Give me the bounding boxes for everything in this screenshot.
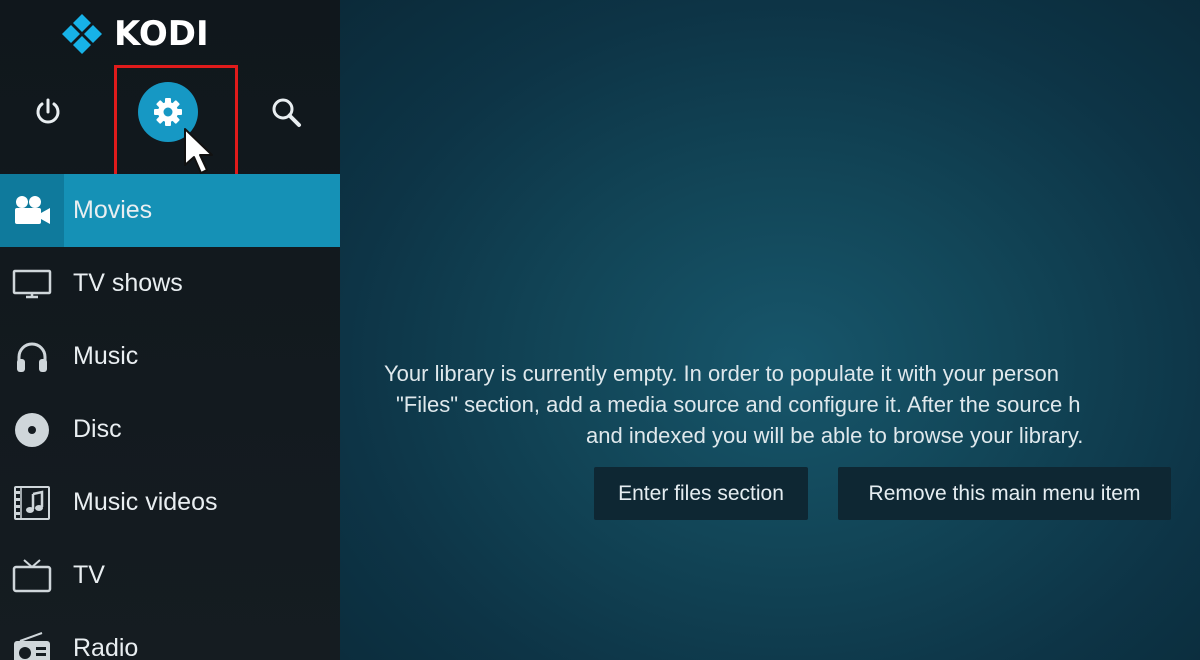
menu-item-radio[interactable]: Radio (0, 612, 340, 660)
enter-files-section-button[interactable]: Enter files section (594, 467, 808, 520)
menu-item-tv[interactable]: TV (0, 539, 340, 612)
message-line: and indexed you will be able to browse y… (586, 423, 1084, 448)
menu-item-label: Music videos (73, 488, 218, 516)
menu-item-label: Radio (73, 634, 139, 660)
kodi-logo-icon (62, 14, 102, 54)
message-line: Your library is currently empty. In orde… (384, 361, 1059, 386)
message-line: "Files" section, add a media source and … (396, 392, 1081, 417)
headphones-icon (17, 342, 47, 372)
menu-item-label: Music (73, 342, 139, 370)
search-icon (272, 98, 301, 127)
menu-item-movies[interactable]: Movies (0, 174, 340, 247)
search-button[interactable] (262, 88, 310, 136)
radio-icon (14, 631, 50, 660)
remove-menu-item-button[interactable]: Remove this main menu item (838, 467, 1171, 520)
menu-item-label: TV shows (73, 269, 183, 297)
menu-item-music[interactable]: Music (0, 320, 340, 393)
main-menu: Movies TV shows Music Disc Music videos … (0, 174, 340, 660)
power-button[interactable] (24, 88, 72, 136)
mouse-cursor-icon (183, 127, 217, 181)
menu-item-label: TV (73, 561, 105, 589)
empty-library-message: Your library is currently empty. In orde… (384, 358, 1200, 451)
menu-item-label: Disc (73, 415, 122, 443)
music-video-icon (14, 485, 50, 520)
disc-icon (15, 412, 49, 447)
app-title: KODI (114, 14, 209, 54)
movie-camera-icon (15, 195, 50, 224)
main-content: Your library is currently empty. In orde… (340, 0, 1200, 660)
menu-item-music-videos[interactable]: Music videos (0, 466, 340, 539)
gear-icon (154, 98, 182, 126)
live-tv-icon (12, 558, 52, 592)
menu-item-label: Movies (73, 196, 153, 224)
sidebar: KODI Movies TV shows Music Disc Music vi… (0, 0, 340, 660)
tv-icon (12, 269, 52, 298)
menu-item-tv-shows[interactable]: TV shows (0, 247, 340, 320)
kodi-logo: KODI (60, 12, 209, 56)
power-icon (36, 98, 60, 124)
menu-item-disc[interactable]: Disc (0, 393, 340, 466)
